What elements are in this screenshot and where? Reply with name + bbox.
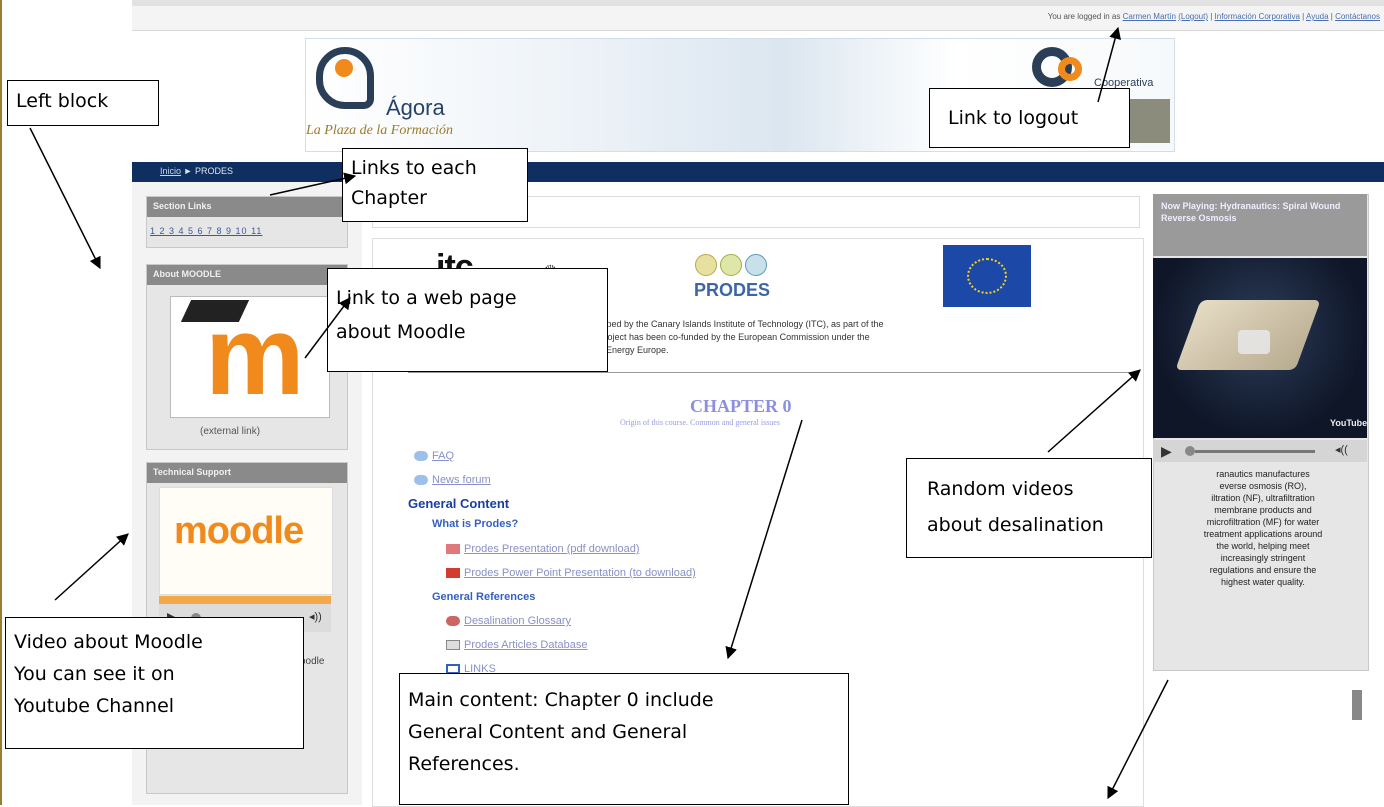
arrow-left-block [29, 127, 101, 270]
arrow-random-videos [1047, 369, 1141, 453]
arrow-logout [1097, 26, 1121, 103]
arrow-video-moodle [54, 533, 129, 601]
arrow-links-chapter [269, 172, 357, 196]
arrow-right-bottom [1107, 679, 1169, 800]
annotation-arrows [29, 26, 1169, 800]
arrow-web-page [304, 297, 351, 359]
arrow-main-content [725, 419, 803, 660]
